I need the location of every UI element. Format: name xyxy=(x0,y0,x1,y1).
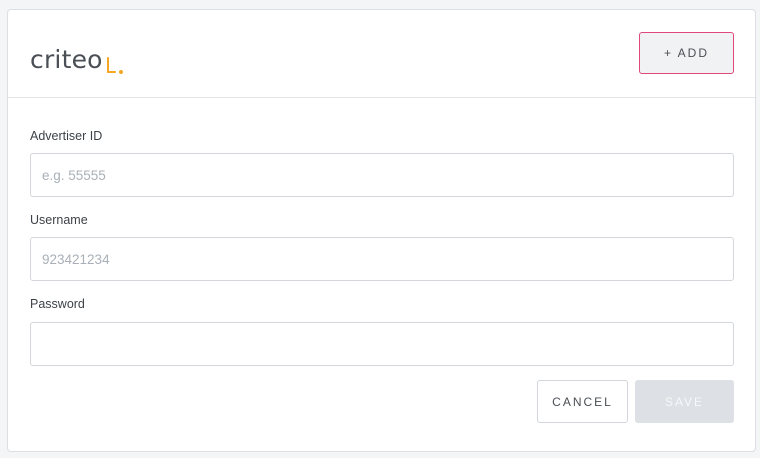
advertiser-id-label: Advertiser ID xyxy=(30,129,103,143)
password-label: Password xyxy=(30,297,85,311)
integration-card: criteo + ADD Advertiser ID Username Pass… xyxy=(7,9,756,452)
username-input[interactable] xyxy=(30,237,734,281)
password-input[interactable] xyxy=(30,322,734,366)
logo-text: criteo xyxy=(30,45,103,74)
card-header: criteo + ADD xyxy=(8,10,755,98)
username-label: Username xyxy=(30,213,88,227)
criteo-logo: criteo xyxy=(30,45,123,75)
logo-mark-icon xyxy=(105,49,123,75)
save-button[interactable]: SAVE xyxy=(635,380,734,423)
advertiser-id-input[interactable] xyxy=(30,153,734,197)
cancel-button[interactable]: CANCEL xyxy=(537,380,628,423)
add-button[interactable]: + ADD xyxy=(639,32,734,74)
